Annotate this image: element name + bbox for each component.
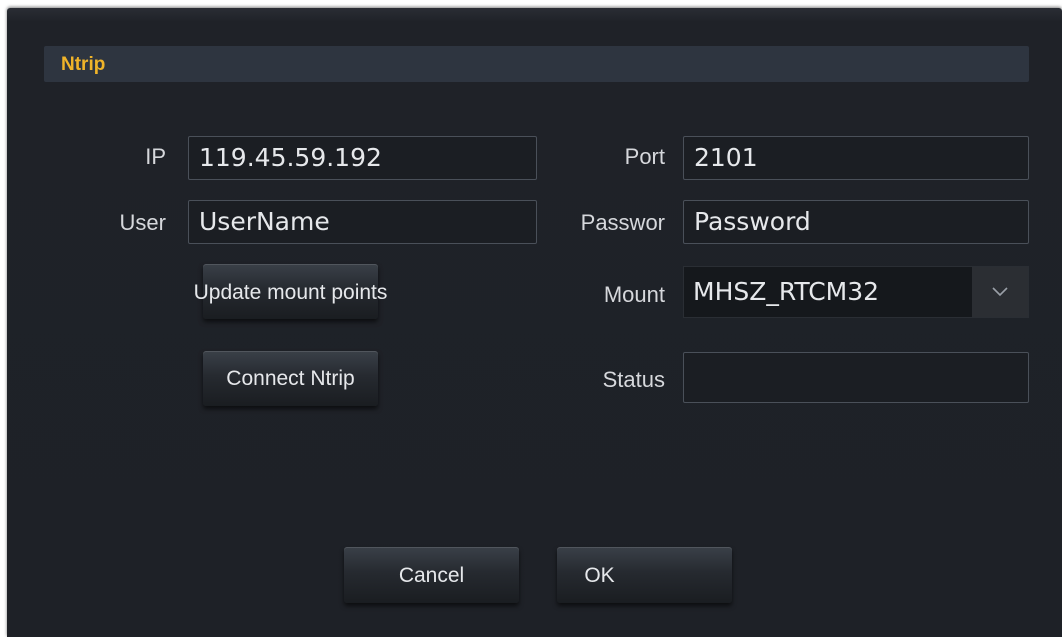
chevron-down-icon	[992, 287, 1008, 297]
cancel-button[interactable]: Cancel	[344, 547, 519, 603]
mount-select-value: MHSZ_RTCM32	[693, 277, 880, 306]
ntrip-dialog: Ntrip IP 119.45.59.192 Port 2101 User Us…	[7, 8, 1062, 637]
cancel-button-label: Cancel	[398, 564, 465, 587]
update-mount-points-label: Update mount points	[193, 281, 388, 304]
mount-label: Mount	[603, 282, 665, 307]
status-field	[683, 352, 1029, 403]
dialog-title: Ntrip	[61, 54, 106, 75]
connect-ntrip-label: Connect Ntrip	[226, 367, 355, 390]
port-label: Port	[624, 144, 665, 169]
update-mount-points-button[interactable]: Update mount points	[194, 264, 387, 319]
port-field[interactable]: 2101	[683, 136, 1029, 180]
dialog-title-bar: Ntrip	[44, 46, 1029, 82]
ok-button-label: OK	[584, 564, 615, 587]
ip-field[interactable]: 119.45.59.192	[188, 136, 537, 180]
connect-ntrip-button[interactable]: Connect Ntrip	[203, 351, 378, 406]
ok-button[interactable]: OK	[557, 547, 732, 603]
mount-dropdown-button[interactable]	[972, 267, 1028, 317]
user-label: User	[119, 210, 166, 235]
status-label: Status	[602, 367, 665, 392]
ip-label: IP	[145, 144, 166, 169]
user-field[interactable]: UserName	[188, 200, 537, 244]
mount-select[interactable]: MHSZ_RTCM32	[683, 266, 1029, 318]
password-label: Passwor	[580, 210, 665, 235]
password-field[interactable]: Password	[683, 200, 1029, 244]
